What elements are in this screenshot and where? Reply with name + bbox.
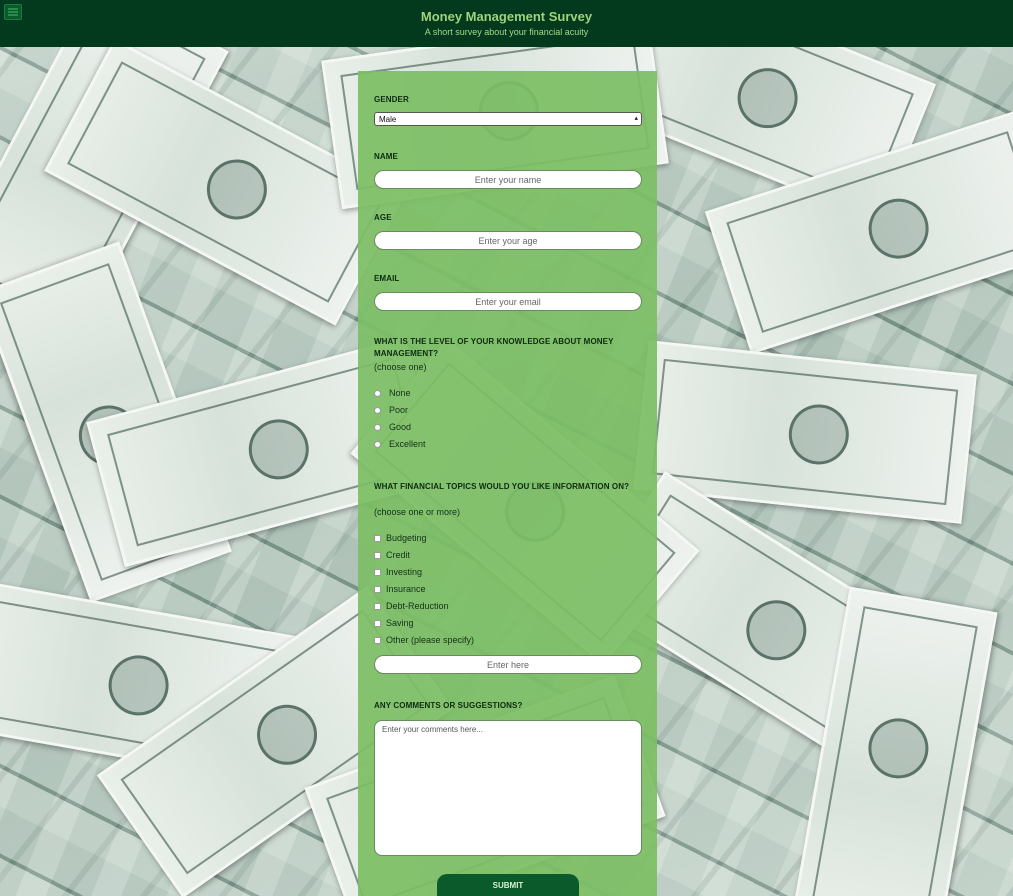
email-label: Email (374, 274, 400, 283)
checkbox[interactable] (374, 619, 381, 627)
option-label: Budgeting (386, 533, 427, 543)
other-topic-input[interactable] (374, 655, 642, 674)
comments-label: Any comments or suggestions? (374, 701, 523, 710)
gender-label: Gender (374, 95, 409, 104)
checkbox[interactable] (374, 568, 381, 576)
option-label: None (389, 388, 411, 398)
page-title: Money Management Survey (420, 9, 593, 24)
checkbox[interactable] (374, 534, 381, 542)
gender-select[interactable]: Male ▴ (374, 112, 642, 126)
knowledge-option-excellent[interactable]: Excellent (374, 438, 426, 450)
topic-option-saving[interactable]: Saving (374, 617, 414, 629)
page-subtitle: A short survey about your financial acui… (424, 27, 589, 37)
checkbox[interactable] (374, 636, 381, 644)
topic-option-debt-reduction[interactable]: Debt-Reduction (374, 600, 449, 612)
knowledge-hint: (choose one) (374, 362, 427, 372)
topic-option-investing[interactable]: Investing (374, 566, 422, 578)
topic-option-budgeting[interactable]: Budgeting (374, 532, 427, 544)
knowledge-option-none[interactable]: None (374, 387, 411, 399)
topics-question: What financial topics would you like inf… (374, 482, 630, 491)
option-label: Investing (386, 567, 423, 577)
topics-hint: (choose one or more) (374, 507, 461, 517)
comments-textarea[interactable] (374, 720, 642, 856)
site-header: Money Management Survey A short survey a… (0, 0, 1013, 47)
option-label: Other (please specify) (386, 635, 475, 645)
topic-option-credit[interactable]: Credit (374, 549, 410, 561)
radio-button[interactable] (374, 406, 381, 414)
option-label: Poor (389, 405, 409, 415)
gender-selected-value: Male (379, 115, 397, 124)
name-label: Name (374, 152, 398, 161)
topic-option-other[interactable]: Other (please specify) (374, 634, 474, 646)
name-input[interactable] (374, 170, 642, 189)
knowledge-option-good[interactable]: Good (374, 421, 411, 433)
checkbox[interactable] (374, 585, 381, 593)
radio-button[interactable] (374, 423, 381, 431)
option-label: Debt-Reduction (386, 601, 449, 611)
survey-form: Gender Male ▴ Name Age Email What is the… (358, 71, 657, 896)
updown-arrows-icon: ▴ (634, 115, 638, 122)
option-label: Excellent (389, 439, 426, 449)
topic-option-insurance[interactable]: Insurance (374, 583, 426, 595)
checkbox[interactable] (374, 602, 381, 610)
option-label: Insurance (386, 584, 426, 594)
submit-button[interactable]: Submit (437, 874, 579, 896)
radio-button[interactable] (374, 440, 381, 448)
age-input[interactable] (374, 231, 642, 250)
email-input[interactable] (374, 292, 642, 311)
age-label: Age (374, 213, 392, 222)
radio-button[interactable] (374, 389, 381, 397)
option-label: Saving (386, 618, 414, 628)
knowledge-option-poor[interactable]: Poor (374, 404, 408, 416)
option-label: Good (389, 422, 412, 432)
checkbox[interactable] (374, 551, 381, 559)
knowledge-question: What is the level of your knowledge abou… (374, 337, 614, 358)
option-label: Credit (386, 550, 411, 560)
